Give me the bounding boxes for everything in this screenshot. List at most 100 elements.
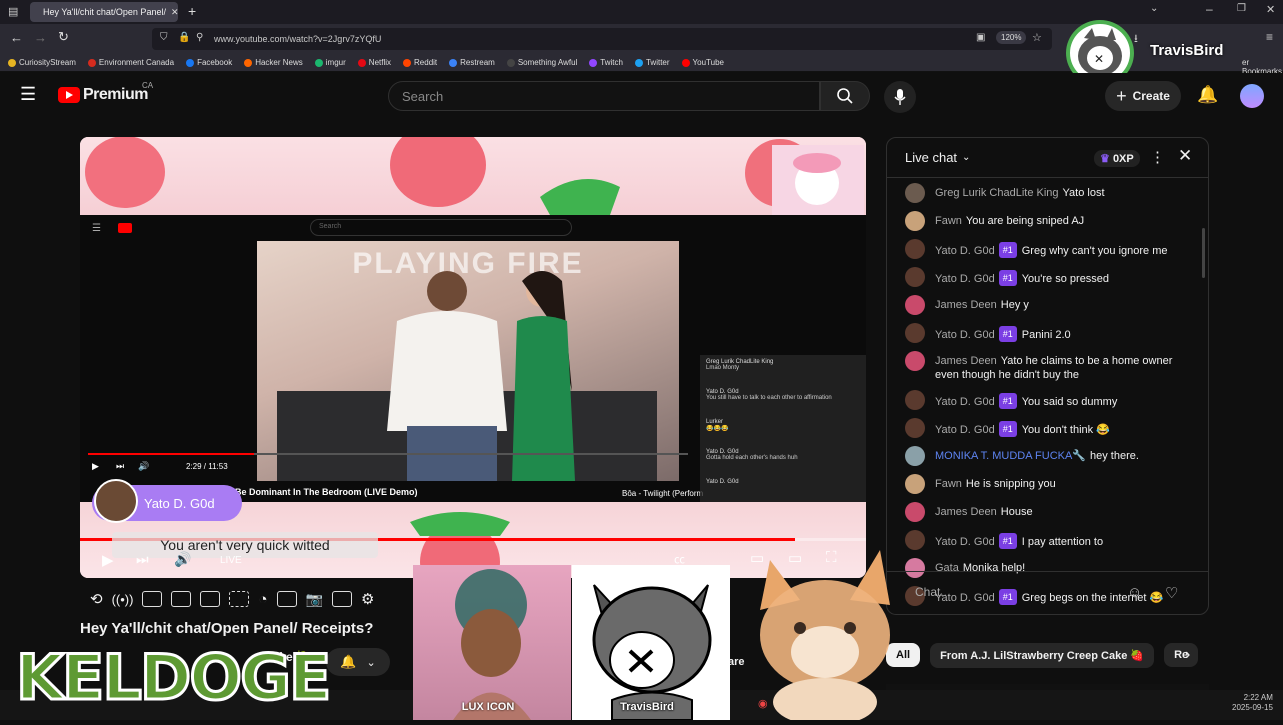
chat-message[interactable]: Yato D. G0d #1 You said so dummy <box>887 390 1208 410</box>
bookmark-item[interactable]: Netflix <box>357 58 391 67</box>
screen-icon[interactable] <box>200 591 221 607</box>
window-close-icon[interactable]: ✕ <box>1266 3 1275 16</box>
chat-author-avatar[interactable] <box>905 390 925 410</box>
bookmark-star-icon[interactable]: ☆ <box>1032 31 1042 44</box>
chat-message[interactable]: Gata Monika help! <box>887 558 1208 578</box>
chat-message[interactable]: Greg Lurik ChadLite King Yato lost <box>887 183 1208 203</box>
bookmark-item[interactable]: Environment Canada <box>87 58 174 67</box>
chips-next-icon[interactable]: › <box>1185 646 1190 664</box>
bookmark-item[interactable]: CuriosityStream <box>8 58 76 67</box>
play-icon[interactable]: ▶ <box>102 551 114 569</box>
lock-icon[interactable]: 🔒 <box>178 32 190 43</box>
bookmark-item[interactable]: Something Awful <box>506 58 577 67</box>
new-tab-icon[interactable]: + <box>188 3 196 19</box>
broadcast-icon[interactable]: ((•)) <box>112 592 134 607</box>
minimize-icon[interactable]: – <box>1206 2 1213 16</box>
tab-list-icon[interactable]: ▤ <box>8 5 18 18</box>
chat-author-name[interactable]: Fawn <box>935 478 962 490</box>
bookmark-item[interactable]: Twitch <box>589 58 623 67</box>
chat-author-name[interactable]: Gata <box>935 562 959 574</box>
filter-chip[interactable]: Re <box>1164 643 1199 667</box>
bookmark-item[interactable]: Facebook <box>186 58 232 67</box>
chat-author-name[interactable]: Greg Lurik ChadLite King <box>935 187 1059 199</box>
tab-overflow-icon[interactable]: ⌄ <box>1150 3 1158 14</box>
bookmark-item[interactable]: Hacker News <box>244 58 303 67</box>
chat-author-avatar[interactable] <box>905 239 925 259</box>
app-menu-icon[interactable]: ≡ <box>1266 30 1273 44</box>
chat-message[interactable]: Fawn He is snipping you <box>887 474 1208 494</box>
chat-author-avatar[interactable] <box>905 211 925 231</box>
chat-author-avatar[interactable] <box>905 295 925 315</box>
chat-message[interactable]: Yato D. G0d #1 You don't think 😂 <box>887 418 1208 438</box>
chat-author-name[interactable]: Yato D. G0d <box>935 245 995 257</box>
chat-author-avatar[interactable] <box>905 474 925 494</box>
chat-author-avatar[interactable] <box>905 502 925 522</box>
close-chat-icon[interactable]: ✕ <box>1178 146 1192 166</box>
chat-author-name[interactable]: Yato D. G0d <box>935 424 995 436</box>
bookmark-item[interactable]: imgur <box>314 58 346 67</box>
address-bar[interactable]: ⛉ 🔒 ⚲ www.youtube.com/watch?v=2Jgrv7zYQf… <box>152 28 1052 50</box>
search-button[interactable] <box>820 81 870 111</box>
chat-author-name[interactable]: James Deen <box>935 299 997 311</box>
chat-title[interactable]: Live chat <box>905 150 957 165</box>
emoji-icon[interactable]: ☺ <box>1127 584 1142 601</box>
chat-author-avatar[interactable] <box>905 446 925 466</box>
xp-badge[interactable]: ♛ 0XP <box>1094 150 1140 167</box>
zoom-level[interactable]: 120% <box>996 31 1027 44</box>
clapper-icon[interactable] <box>171 591 192 607</box>
chat-author-name[interactable]: Yato D. G0d <box>935 396 995 408</box>
select-area-icon[interactable] <box>229 591 250 607</box>
hamburger-menu-icon[interactable]: ☰ <box>20 84 36 105</box>
youtube-logo-icon[interactable] <box>58 87 80 103</box>
maximize-icon[interactable]: ❐ <box>1237 3 1246 14</box>
chat-message[interactable]: James Deen House <box>887 502 1208 522</box>
chat-message[interactable]: Fawn You are being sniped AJ <box>887 211 1208 231</box>
chat-message[interactable]: Yato D. G0d #1 You're so pressed <box>887 267 1208 287</box>
chat-author-avatar[interactable] <box>905 351 925 371</box>
chat-author-avatar[interactable] <box>905 530 925 550</box>
chat-author-name[interactable]: Yato D. G0d <box>935 536 995 548</box>
chat-author-avatar[interactable] <box>905 183 925 203</box>
youtube-logo-text[interactable]: Premium <box>83 86 148 104</box>
tab-close-icon[interactable]: ✕ <box>171 7 178 18</box>
chat-message[interactable]: Yato D. G0d #1 Greg why can't you ignore m… <box>887 239 1208 259</box>
forward-icon[interactable]: → <box>34 30 47 45</box>
chat-author-name[interactable]: Yato D. G0d <box>935 273 995 285</box>
loop-icon[interactable]: ⟲ <box>90 590 103 608</box>
chat-author-name[interactable]: James Deen <box>935 506 997 518</box>
voice-search-button[interactable] <box>884 81 916 113</box>
chat-author-avatar[interactable] <box>905 267 925 287</box>
screenshot-icon[interactable]: 📷 <box>306 591 323 608</box>
picture-in-picture-icon[interactable]: ▣ <box>976 32 985 43</box>
create-button[interactable]: + Create <box>1105 81 1181 111</box>
browser-tab-active[interactable]: Hey Ya'll/chit chat/Open Panel/ ✕ <box>30 2 178 22</box>
chat-author-name[interactable]: MONIKA T. MUDDA FUCKA🔧 <box>935 450 1086 462</box>
reload-icon[interactable]: ↻ <box>58 29 69 45</box>
bookmark-item[interactable]: Restream <box>449 58 495 67</box>
chat-author-avatar[interactable] <box>905 323 925 343</box>
shield-icon[interactable]: ⛉ <box>160 32 168 43</box>
chat-author-name[interactable]: Yato D. G0d <box>935 329 995 341</box>
chat-message[interactable]: Yato D. G0d #1 Panini 2.0 <box>887 323 1208 343</box>
chat-author-name[interactable]: Fawn <box>935 215 962 227</box>
settings-gear-icon[interactable]: ⚙ <box>361 590 374 608</box>
video-player[interactable]: ☰ Search PLAYING FIRE ▶ ⏭ 🔊 2:29 / 11:53… <box>80 137 866 578</box>
volume-icon[interactable]: 🔊 <box>174 551 191 568</box>
bookmark-item[interactable]: Reddit <box>403 58 437 67</box>
live-indicator[interactable]: LIVE <box>220 555 242 566</box>
chat-message[interactable]: Yato D. G0d #1 I pay attention to <box>887 530 1208 550</box>
chat-message[interactable]: James Deen Yato he claims to be a home ow… <box>887 351 1208 382</box>
chat-message[interactable]: MONIKA T. MUDDA FUCKA🔧 hey there. <box>887 446 1208 466</box>
chat-author-avatar[interactable] <box>905 418 925 438</box>
search-input[interactable]: Search <box>388 81 820 111</box>
permissions-icon[interactable]: ⚲ <box>196 32 203 43</box>
bookmark-item[interactable]: YouTube <box>681 58 724 67</box>
notifications-bell-icon[interactable]: 🔔 <box>1197 85 1218 105</box>
chat-scrollbar[interactable] <box>1202 228 1205 278</box>
heart-icon[interactable]: ♡ <box>1165 584 1178 602</box>
chat-message[interactable]: James Deen Hey y <box>887 295 1208 315</box>
speed-icon[interactable]: ◔ <box>258 591 267 608</box>
watch-later-icon[interactable] <box>142 591 163 607</box>
downloads-icon[interactable]: ⭳ <box>1134 30 1138 49</box>
chat-mode-chevron-icon[interactable]: ⌄ <box>962 152 970 163</box>
